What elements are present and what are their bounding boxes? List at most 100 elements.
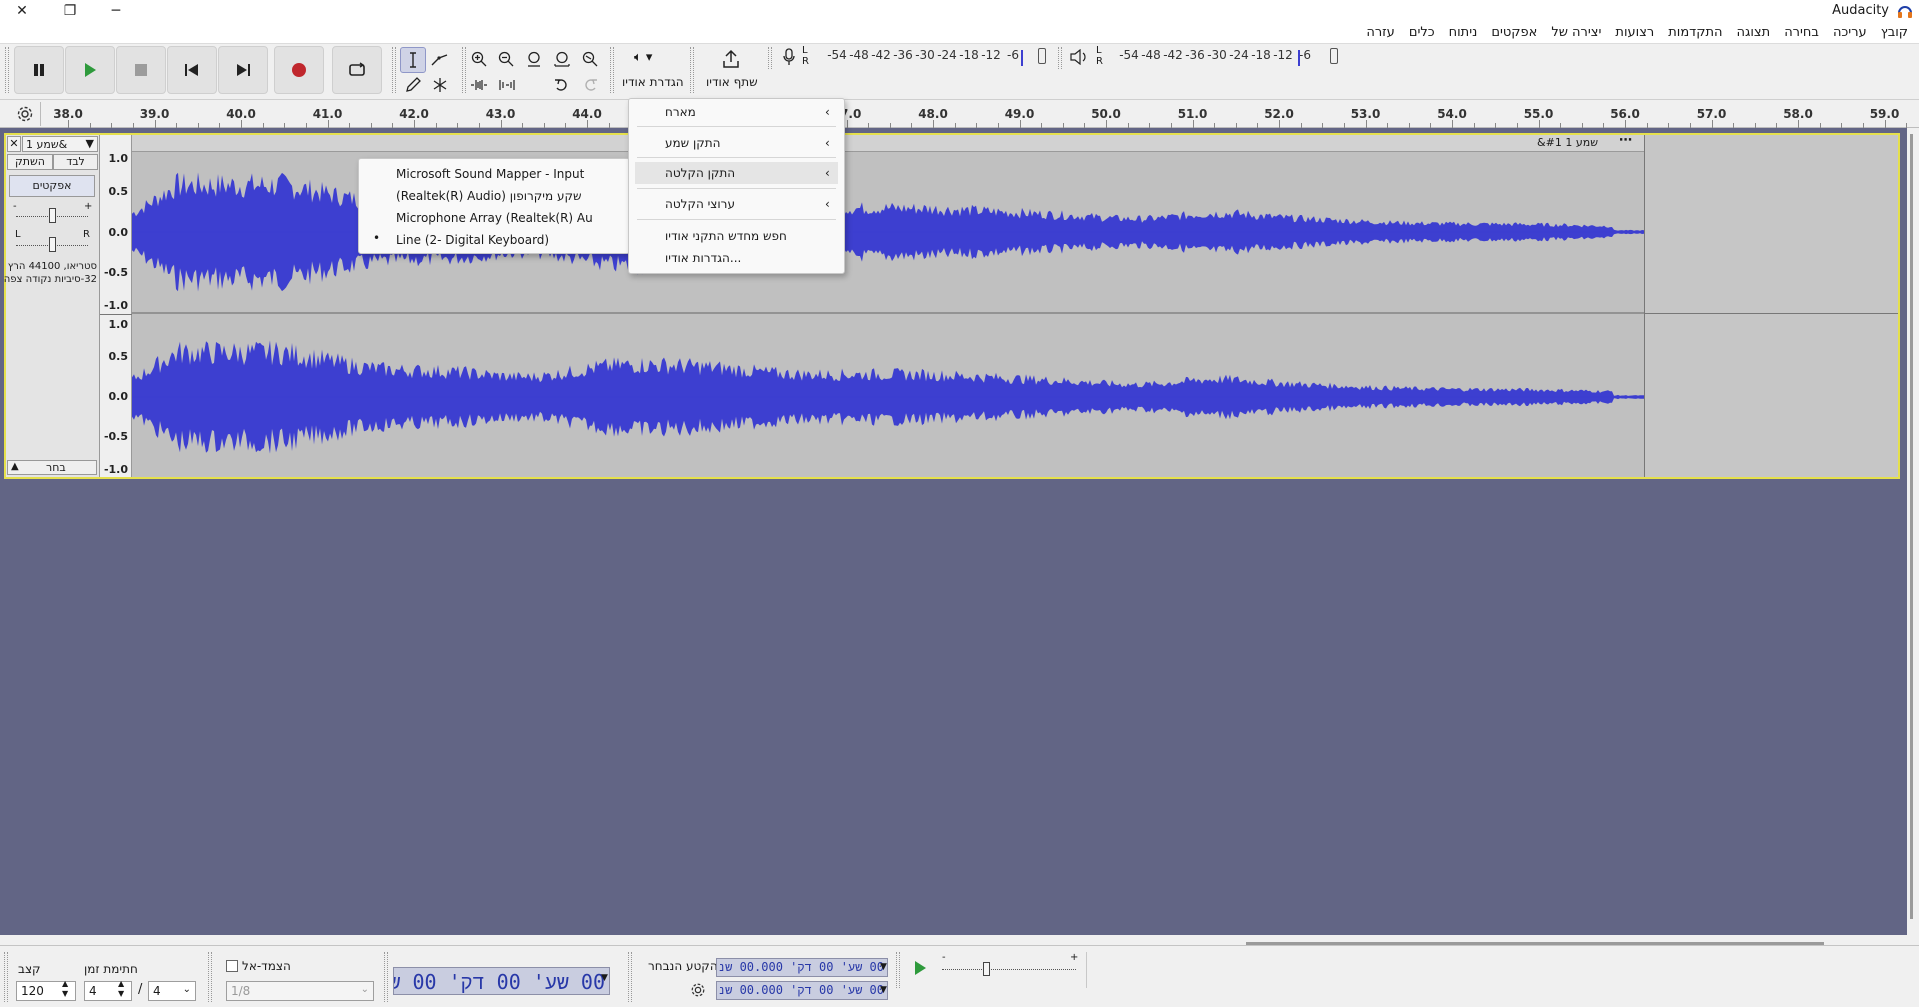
audio-setup-button[interactable]: 🔈︎ ▾ הגדרת אודיו (618, 47, 686, 93)
menu-effects[interactable]: אפקטים (1484, 22, 1544, 43)
selection-end-menu-icon[interactable]: ▼ (880, 985, 887, 995)
share-audio-button[interactable]: שתף אודיו (698, 47, 764, 93)
toolbar-grip[interactable] (4, 952, 8, 1002)
vertical-scrollbar-thumb[interactable] (1910, 134, 1913, 919)
minimize-window-button[interactable]: ─ (94, 0, 138, 22)
device-option[interactable]: Microphone Array (Realtek(R) Au (359, 207, 629, 229)
menu-tools[interactable]: כלים (1402, 22, 1442, 43)
menu-item-recording-device[interactable]: התקן הקלטה ‹ (635, 162, 838, 184)
effects-button[interactable]: אפקטים (9, 175, 95, 197)
toolbar-grip[interactable] (610, 47, 614, 93)
track-control-panel[interactable]: ✕ שמע 1& ▼ השתק לבד אפקטים - + L R סטריא… (4, 135, 100, 477)
play-at-speed-icon[interactable] (912, 960, 928, 976)
select-track-button[interactable]: ▲ בחר (7, 460, 97, 475)
toolbar-grip[interactable] (5, 47, 9, 93)
stop-button[interactable] (116, 46, 166, 94)
menu-bar: קובץ עריכה בחירה תצוגה התקדמות רצועות יצ… (0, 22, 1919, 44)
skip-to-start-button[interactable] (167, 46, 217, 94)
microphone-icon[interactable] (782, 48, 796, 66)
pan-slider-thumb[interactable] (49, 237, 56, 252)
restore-window-button[interactable]: ❐ (48, 0, 92, 22)
zoom-in-button[interactable] (466, 46, 492, 72)
play-button[interactable] (65, 46, 115, 94)
toolbar-grip[interactable] (768, 47, 772, 69)
menu-analyze[interactable]: ניתוח (1442, 22, 1485, 43)
clip-title-bar[interactable]: שמע 1 #1& ⋯ (132, 133, 1644, 152)
gear-icon[interactable] (690, 982, 706, 998)
track-menu-button[interactable]: שמע 1& ▼ (22, 136, 98, 152)
mute-button[interactable]: השתק (7, 154, 53, 170)
close-window-button[interactable]: ✕ (0, 0, 44, 22)
gear-icon[interactable] (16, 105, 34, 123)
menu-item-audio-settings[interactable]: הגדרות אודיו... (629, 247, 844, 269)
multi-tool-button[interactable] (427, 72, 453, 98)
vertical-amplitude-ruler[interactable]: 1.0 0.5 0.0 -0.5 -1.0 1.0 0.5 0.0 -0.5 -… (100, 135, 132, 477)
clip-menu-icon[interactable]: ⋯ (1619, 133, 1632, 148)
selection-start-menu-icon[interactable]: ▼ (880, 962, 887, 972)
toolbar-grip[interactable] (384, 952, 388, 1002)
silence-audio-button[interactable] (494, 72, 520, 98)
zoom-toggle-button[interactable] (577, 46, 603, 72)
timeline-ruler[interactable]: 38.039.040.041.042.043.044.045.046.047.0… (0, 100, 1919, 128)
selection-tool-button[interactable] (400, 47, 426, 73)
record-button[interactable] (274, 46, 324, 94)
fit-selection-button[interactable] (521, 46, 547, 72)
envelope-tool-button[interactable] (427, 47, 453, 73)
menu-item-host[interactable]: מארח ‹ (629, 101, 844, 123)
toolbar-grip[interactable] (896, 952, 900, 988)
playback-meter[interactable]: -54 -48 -42 -36 -30 -24 -18 -12 -6 (1118, 48, 1316, 66)
toolbar-grip[interactable] (690, 47, 694, 93)
time-display[interactable]: 00 שע' 00 דק' 00 שניות (393, 967, 610, 995)
record-meter-slider[interactable] (1038, 48, 1046, 64)
gain-slider-thumb[interactable] (49, 208, 56, 223)
selection-start-time[interactable]: 00 שע' 00 דק' 00.000 שנ' (716, 958, 888, 977)
loop-button[interactable] (332, 46, 382, 94)
time-signature-numerator[interactable]: 4 (84, 981, 132, 1001)
selection-end-time[interactable]: 00 שע' 00 דק' 00.000 שנ' (716, 981, 888, 1000)
menu-item-rescan-devices[interactable]: חפש מחדש התקני אודיו (629, 225, 844, 247)
toolbar-grip[interactable] (1058, 47, 1062, 69)
redo-button[interactable] (577, 72, 603, 98)
speaker-icon[interactable] (1070, 49, 1088, 65)
menu-file[interactable]: קובץ (1874, 22, 1915, 43)
vertical-scrollbar[interactable] (1907, 128, 1919, 935)
zoom-fit-selection-icon (528, 51, 540, 67)
menu-item-playback-device[interactable]: התקן שמע ‹ (629, 132, 844, 154)
menu-view[interactable]: תצוגה (1730, 22, 1778, 43)
play-speed-slider-thumb[interactable] (983, 962, 990, 976)
menu-tracks[interactable]: רצועות (1608, 22, 1661, 43)
toolbar-grip[interactable] (208, 952, 212, 1002)
timeline-separator (40, 102, 41, 126)
zoom-out-button[interactable] (493, 46, 519, 72)
fit-project-button[interactable] (549, 46, 575, 72)
trim-outside-button[interactable] (466, 72, 492, 98)
close-track-button[interactable]: ✕ (7, 136, 21, 152)
toolbar-grip[interactable] (392, 47, 396, 93)
menu-generate[interactable]: יצירה של (1544, 22, 1608, 43)
skip-to-end-button[interactable] (218, 46, 268, 94)
undo-button[interactable] (549, 72, 575, 98)
device-option[interactable]: Microsoft Sound Mapper - Input (359, 163, 629, 185)
timeline-tick-label: 44.0 (572, 107, 602, 121)
menu-edit[interactable]: עריכה (1826, 22, 1874, 43)
menu-transport[interactable]: התקדמות (1661, 22, 1729, 43)
device-option-selected[interactable]: • Line (2- Digital Keyboard) (359, 229, 629, 251)
ts-spinner-icon[interactable]: ▲ ▼ (118, 979, 124, 999)
record-meter[interactable]: -54 -48 -42 -36 -30 -24 -18 -12 -6 (826, 48, 1024, 66)
time-signature-denominator[interactable]: 4 ⌄ (148, 981, 196, 1001)
empty-track-region[interactable] (1644, 135, 1898, 477)
menu-help[interactable]: עזרה (1359, 22, 1401, 43)
time-display-menu-icon[interactable]: ▼ (601, 973, 608, 983)
device-option[interactable]: שקע מיקרופון (Realtek(R) Audio) (359, 185, 629, 207)
draw-tool-button[interactable] (400, 72, 426, 98)
collapse-track-icon[interactable]: ▲ (11, 461, 19, 472)
pause-button[interactable] (14, 46, 64, 94)
snap-checkbox[interactable] (226, 960, 238, 972)
snap-select[interactable]: 1/8 ⌄ (226, 981, 374, 1001)
menu-item-recording-channels[interactable]: ערוצי הקלטה ‹ (629, 193, 844, 215)
toolbar-grip[interactable] (628, 952, 632, 1002)
tempo-spinner-icon[interactable]: ▲ ▼ (62, 979, 68, 999)
solo-button[interactable]: לבד (53, 154, 98, 170)
play-meter-slider[interactable] (1330, 48, 1338, 64)
menu-select[interactable]: בחירה (1777, 22, 1826, 43)
